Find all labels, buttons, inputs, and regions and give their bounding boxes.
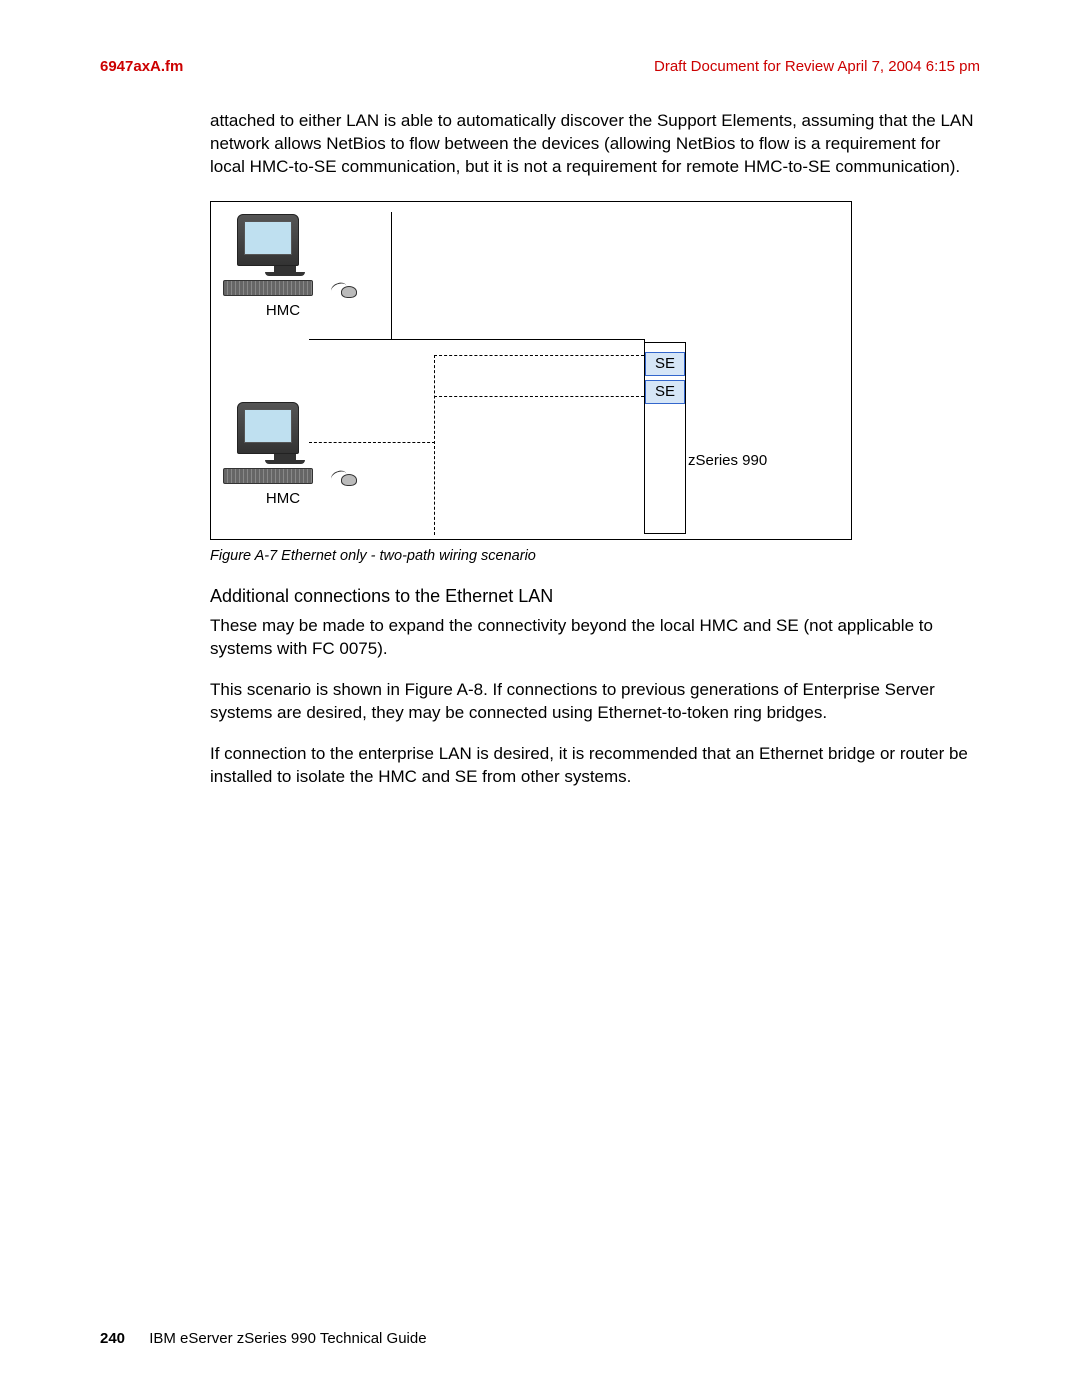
- wire-segment: [309, 339, 645, 340]
- page-header: 6947axA.fm Draft Document for Review Apr…: [100, 58, 980, 75]
- figure-caption: Figure A-7 Ethernet only - two-path wiri…: [210, 548, 980, 564]
- paragraph-3: If connection to the enterprise LAN is d…: [210, 743, 980, 789]
- header-filename: 6947axA.fm: [100, 58, 183, 75]
- hmc-computer-bottom: HMC: [223, 402, 333, 507]
- hmc-computer-top: HMC: [223, 214, 333, 319]
- page-content: attached to either LAN is able to automa…: [210, 110, 980, 806]
- book-title: IBM eServer zSeries 990 Technical Guide: [149, 1330, 426, 1347]
- wire-segment-dashed: [434, 355, 644, 356]
- section-subhead: Additional connections to the Ethernet L…: [210, 586, 980, 607]
- header-draft-note: Draft Document for Review April 7, 2004 …: [654, 58, 980, 75]
- se-box-bottom: SE: [645, 380, 685, 404]
- zseries-label: zSeries 990: [688, 452, 767, 469]
- se-box-top: SE: [645, 352, 685, 376]
- page-footer: 240 IBM eServer zSeries 990 Technical Gu…: [100, 1330, 427, 1347]
- wire-segment-dashed: [434, 355, 435, 535]
- intro-paragraph: attached to either LAN is able to automa…: [210, 110, 980, 179]
- paragraph-2: This scenario is shown in Figure A-8. If…: [210, 679, 980, 725]
- wire-segment: [391, 212, 392, 339]
- wire-segment-dashed: [434, 396, 644, 397]
- hmc-label-bottom: HMC: [233, 490, 333, 507]
- figure-a7: zSeries 990 SE SE HMC: [210, 201, 852, 540]
- page-number: 240: [100, 1330, 125, 1347]
- paragraph-1: These may be made to expand the connecti…: [210, 615, 980, 661]
- hmc-label-top: HMC: [233, 302, 333, 319]
